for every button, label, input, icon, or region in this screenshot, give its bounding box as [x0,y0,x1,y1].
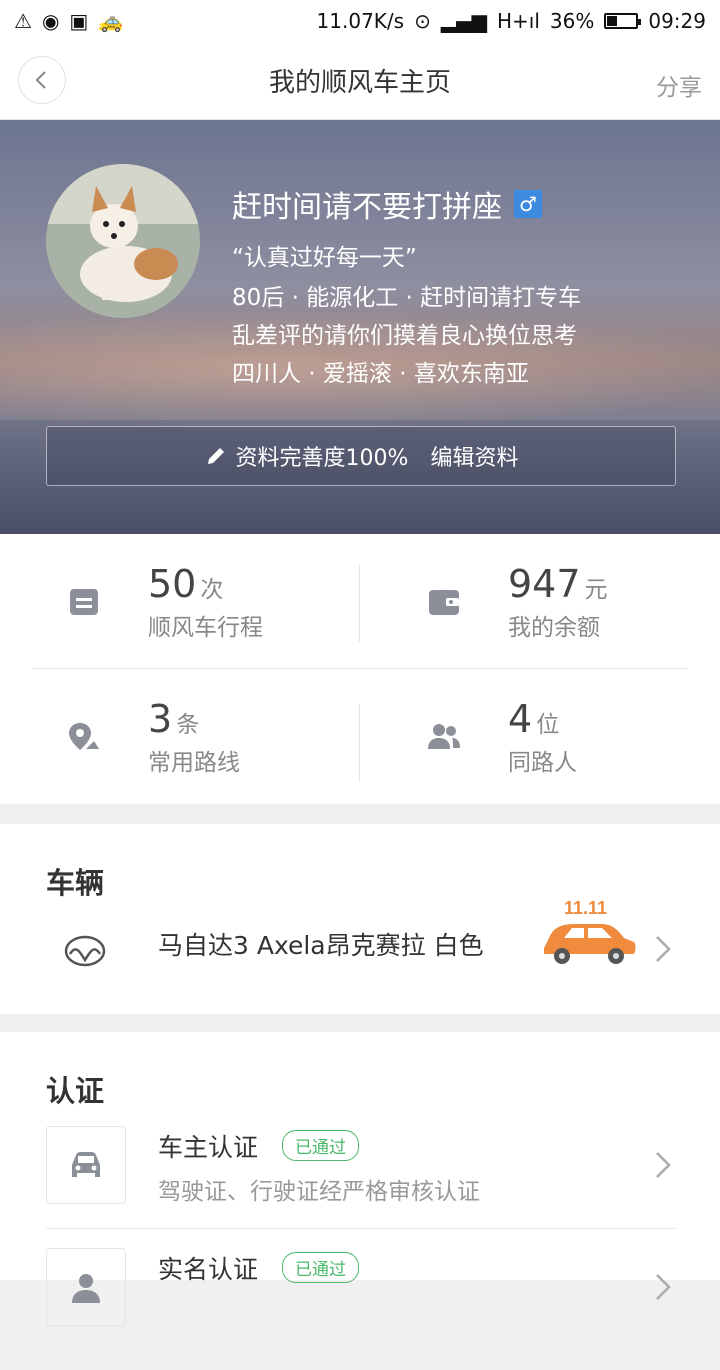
chevron-right-icon [656,1274,671,1300]
warning-icon: ⚠ [14,9,32,33]
car-name: 马自达3 Axela昂克赛拉 白色 [158,931,484,960]
battery-percent: 36% [549,9,595,33]
bio-line: “认真过好每一天” [232,245,417,271]
stat-value: 947 [508,562,581,606]
network-speed: 11.07K/s [316,9,405,33]
chevron-left-icon [35,71,46,89]
stat-label: 常用路线 [148,750,240,776]
stat-balance[interactable]: 947 元 我的余额 [360,534,720,669]
person-icon [72,1274,100,1303]
nav-header: 我的顺风车主页 分享 [0,42,720,120]
verify-item-realname[interactable]: 实名认证 已通过 [0,1248,720,1370]
battery-icon [604,13,642,29]
route-pin-icon [69,723,99,750]
share-button[interactable]: 分享 [656,68,702,102]
car-icon [72,1152,100,1177]
verify-title: 实名认证 [158,1255,259,1284]
bio-line: 四川人 · 爱摇滚 · 喜欢东南亚 [232,361,529,387]
page-title: 我的顺风车主页 [268,68,451,98]
divider [46,1228,676,1229]
bio-line: 80后 · 能源化工 · 赶时间请打专车 [232,285,582,311]
stat-value: 50 [148,562,197,606]
stat-label: 我的余额 [508,615,600,641]
promo-car-image: 11.11 [544,898,636,964]
stat-trips[interactable]: 50 次 顺风车行程 [0,534,360,669]
profile-banner: 赶时间请不要打拼座 ♂ “认真过好每一天” 80后 · 能源化工 · 赶时间请打… [0,120,720,534]
image-icon: ▣ [69,9,89,33]
chevron-right-icon[interactable] [654,934,672,964]
stat-value: 4 [508,697,533,741]
bio-line: 乱差评的请你们摸着良心换位思考 [232,323,577,349]
location-icon: ⊙ [414,9,431,33]
weibo-icon: ◉ [41,9,60,33]
status-badge: 已通过 [282,1252,359,1283]
male-gender-icon: ♂ [514,190,542,218]
wallet-icon [429,590,459,615]
vehicle-section: 车辆 马自达3 Axela昂克赛拉 白色 11.11 [0,824,720,1014]
verify-item-driver[interactable]: 车主认证 已通过 驾驶证、行驶证经严格审核认证 [0,1126,720,1248]
edit-profile-label: 编辑资料 [430,446,519,471]
profile-name-row: 赶时间请不要打拼座 ♂ [232,182,542,226]
stat-unit: 位 [536,712,560,738]
completeness-label: 资料完善度100% [235,446,409,471]
verify-title: 车主认证 [158,1133,259,1162]
stat-value: 3 [148,697,173,741]
section-title: 车辆 [46,866,105,900]
verify-desc: 驾驶证、行驶证经严格审核认证 [158,1179,480,1205]
back-button[interactable] [18,56,66,104]
stat-unit: 元 [584,577,608,603]
edit-profile-button[interactable]: 资料完善度100% 编辑资料 [46,426,676,486]
stats-panel: 50 次 顺风车行程 947 元 我的余额 3条 常用路线 4位 同路人 [0,534,720,804]
section-title: 认证 [46,1074,105,1108]
stat-label: 顺风车行程 [148,615,263,641]
stat-label: 同路人 [508,750,577,776]
people-icon [428,724,460,749]
stat-unit: 次 [200,577,224,603]
profile-name: 赶时间请不要打拼座 [232,190,502,225]
stat-companions[interactable]: 4位 同路人 [360,669,720,804]
chevron-right-icon [656,1152,671,1178]
stat-unit: 条 [176,712,200,738]
calendar-icon [70,589,98,615]
stat-routes[interactable]: 3条 常用路线 [0,669,360,804]
mazda-logo-icon [64,935,106,967]
status-badge: 已通过 [282,1130,359,1161]
status-bar: ⚠ ◉ ▣ 🚕 11.07K/s ⊙ ▂▄▆ H+ıl 36% 09:29 [0,0,720,42]
promo-text: 11.11 [564,898,607,918]
clock: 09:29 [648,9,706,33]
pencil-icon [207,448,224,464]
signal-icon: ▂▄▆ [440,9,487,33]
network-type: H+ıl [496,9,540,33]
dog-avatar-image [46,164,200,318]
taxi-icon: 🚕 [98,9,124,33]
verification-section: 认证 车主认证 已通过 驾驶证、行驶证经严格审核认证 实名认证 已通过 [0,1032,720,1326]
avatar[interactable] [46,164,200,318]
